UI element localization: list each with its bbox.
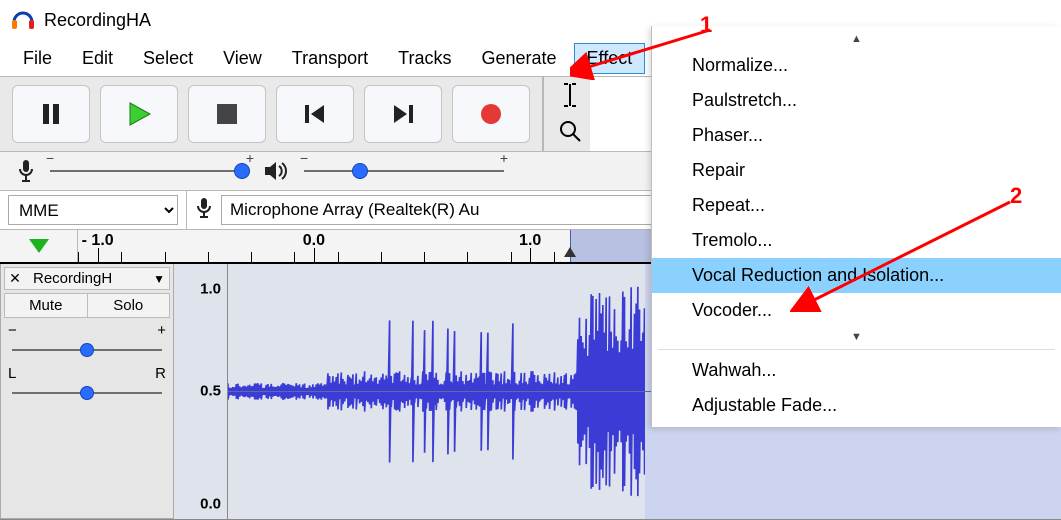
annotation-2: 2: [1010, 183, 1022, 209]
track-name[interactable]: RecordingH: [29, 268, 145, 289]
menu-transport[interactable]: Transport: [279, 43, 381, 74]
effect-menu-item-normalize[interactable]: Normalize...: [652, 48, 1061, 83]
play-button[interactable]: [100, 85, 178, 143]
zoom-tool-magnifier-icon[interactable]: [550, 113, 590, 149]
pause-button[interactable]: [12, 85, 90, 143]
effect-menu-item-phaser[interactable]: Phaser...: [652, 118, 1061, 153]
slider-plus-label: +: [246, 150, 254, 166]
mute-button[interactable]: Mute: [5, 294, 88, 317]
effect-menu-item-tremolo[interactable]: Tremolo...: [652, 223, 1061, 258]
track-dropdown-icon[interactable]: ▼: [149, 272, 169, 286]
gain-minus-label: −: [8, 322, 17, 339]
recording-level-slider[interactable]: − +: [50, 162, 250, 180]
track-vertical-axis: 1.0 0.5 0.0: [174, 264, 228, 519]
transport-toolbar: [0, 77, 543, 151]
annotation-1: 1: [700, 12, 712, 38]
menu-generate[interactable]: Generate: [468, 43, 569, 74]
vaxis-label: 1.0: [200, 281, 221, 298]
gain-slider[interactable]: [6, 343, 168, 357]
pan-right-label: R: [155, 365, 166, 382]
effect-menu-item-repair[interactable]: Repair: [652, 153, 1061, 188]
menu-scroll-down-icon[interactable]: ▼: [652, 328, 1061, 346]
effect-menu-dropdown: ▲ Normalize...Paulstretch...Phaser...Rep…: [651, 26, 1061, 427]
vaxis-label: 0.0: [200, 495, 221, 512]
menu-view[interactable]: View: [210, 43, 275, 74]
track-control-panel: ✕ RecordingH ▼ Mute Solo − + L R: [0, 264, 174, 519]
vaxis-label: 0.5: [200, 383, 221, 400]
slider-minus-label: −: [46, 150, 54, 166]
effect-menu-item-paulstretch[interactable]: Paulstretch...: [652, 83, 1061, 118]
microphone-icon: [16, 159, 36, 183]
slider-minus-label: −: [300, 150, 308, 166]
menu-scroll-up-icon[interactable]: ▲: [652, 30, 1061, 48]
slider-plus-label: +: [500, 150, 508, 166]
playback-level-slider[interactable]: − +: [304, 162, 504, 180]
solo-button[interactable]: Solo: [88, 294, 170, 317]
selection-tool-ibeam-icon[interactable]: [550, 77, 590, 113]
effect-menu-item-adjustable-fade[interactable]: Adjustable Fade...: [652, 388, 1061, 423]
menu-edit[interactable]: Edit: [69, 43, 126, 74]
audio-host-select[interactable]: MME: [8, 195, 178, 225]
gain-plus-label: +: [157, 322, 166, 339]
window-title: RecordingHA: [44, 10, 151, 31]
menu-tracks[interactable]: Tracks: [385, 43, 464, 74]
effect-menu-item-vocal-reduction-isolation[interactable]: Vocal Reduction and Isolation...: [652, 258, 1061, 293]
menu-effect[interactable]: Effect: [574, 43, 646, 74]
effect-menu-item-repeat[interactable]: Repeat...: [652, 188, 1061, 223]
track-close-button[interactable]: ✕: [5, 269, 25, 289]
menu-separator: [658, 349, 1055, 350]
pan-slider[interactable]: [6, 386, 168, 400]
skip-to-start-button[interactable]: [276, 85, 354, 143]
microphone-icon: [195, 197, 213, 224]
effect-menu-item-wahwah[interactable]: Wahwah...: [652, 353, 1061, 388]
effect-menu-item-vocoder[interactable]: Vocoder...: [652, 293, 1061, 328]
pan-left-label: L: [8, 365, 16, 382]
audacity-logo-icon: [10, 7, 36, 33]
menu-select[interactable]: Select: [130, 43, 206, 74]
skip-to-end-button[interactable]: [364, 85, 442, 143]
speaker-icon: [264, 160, 290, 182]
stop-button[interactable]: [188, 85, 266, 143]
timeline-playhead-icon[interactable]: [29, 239, 49, 253]
menu-file[interactable]: File: [10, 43, 65, 74]
record-button[interactable]: [452, 85, 530, 143]
